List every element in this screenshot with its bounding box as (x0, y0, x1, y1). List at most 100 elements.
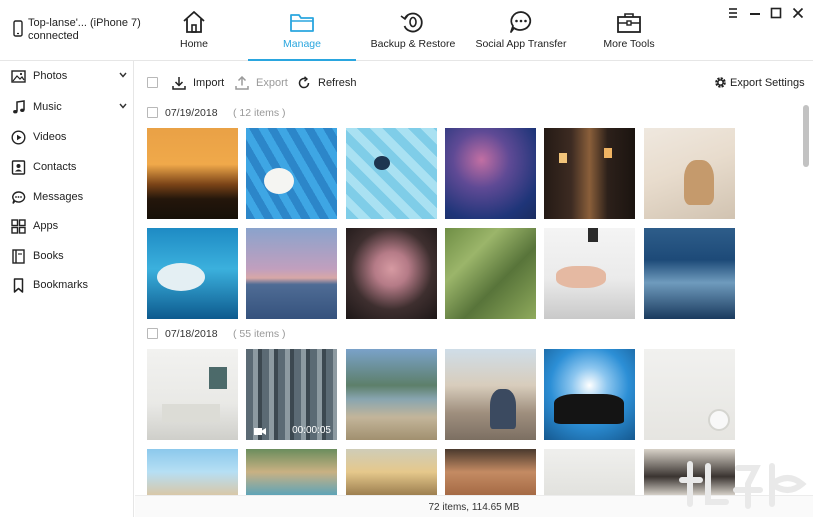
device-name: Top-lanse'... (iPhone 7) (28, 17, 141, 29)
photo-thumbnail[interactable] (445, 449, 536, 495)
photo-content (264, 168, 294, 194)
photo-thumbnail[interactable] (644, 228, 735, 319)
tab-backup-restore-label: Backup & Restore (370, 38, 456, 50)
group-date: 07/19/2018 (165, 107, 218, 119)
select-all-checkbox[interactable] (147, 77, 158, 88)
close-icon (792, 7, 804, 19)
export-label: Export (256, 77, 288, 89)
photo-content (374, 156, 390, 170)
tab-social-app-transfer[interactable]: Social App Transfer (473, 0, 569, 61)
watermark-logo (679, 461, 807, 509)
phone-icon (13, 20, 23, 37)
photo-thumbnail[interactable] (147, 449, 238, 495)
minimize-icon (750, 13, 760, 15)
sidebar-item-messages[interactable]: Messages (0, 183, 134, 211)
toolbox-icon (617, 13, 641, 33)
photo-thumbnail[interactable] (346, 128, 437, 219)
group-checkbox[interactable] (147, 328, 158, 339)
apps-grid-icon (11, 219, 26, 234)
group-count: ( 55 items ) (233, 328, 286, 340)
sidebar-item-bookmarks[interactable]: Bookmarks (0, 271, 134, 299)
group-date: 07/18/2018 (165, 328, 218, 340)
tab-home-label: Home (179, 38, 208, 50)
sidebar-item-photos[interactable]: Photos (0, 62, 134, 90)
tab-social-app-transfer-label: Social App Transfer (475, 38, 567, 50)
home-icon (183, 11, 205, 33)
photo-content (559, 153, 567, 163)
tab-home[interactable]: Home (155, 0, 233, 61)
minimize-button[interactable] (746, 4, 764, 22)
photo-thumbnail[interactable] (346, 449, 437, 495)
backup-restore-icon (400, 12, 423, 33)
scrollbar-thumb[interactable] (803, 105, 809, 167)
menu-button[interactable] (724, 4, 742, 22)
photo-thumbnail[interactable] (544, 449, 635, 495)
photo-thumbnail[interactable] (346, 228, 437, 319)
music-note-icon (13, 100, 25, 114)
top-bar: Top-lanse'... (iPhone 7) connected Home … (0, 0, 813, 61)
image-icon (11, 70, 26, 83)
sidebar-item-videos[interactable]: Videos (0, 123, 134, 151)
bookmark-icon (13, 278, 24, 293)
photo-thumbnail[interactable] (445, 228, 536, 319)
photo-thumbnail[interactable] (147, 128, 238, 219)
sidebar-item-books[interactable]: Books (0, 242, 134, 270)
export-settings-label: Export Settings (730, 77, 805, 89)
video-duration: 00:00:05 (292, 425, 331, 436)
video-camera-icon (254, 428, 266, 435)
photo-thumbnail[interactable] (246, 449, 337, 495)
export-button[interactable]: Export (235, 75, 295, 91)
refresh-button[interactable]: Refresh (297, 75, 361, 91)
close-button[interactable] (789, 4, 807, 22)
menu-icon (729, 8, 737, 18)
sidebar-item-apps[interactable]: Apps (0, 212, 134, 240)
chevron-down-icon (119, 103, 127, 109)
toolbar: Import Export Refresh Export Settings (135, 61, 813, 103)
photo-thumbnail[interactable] (445, 128, 536, 219)
tab-backup-restore[interactable]: Backup & Restore (370, 0, 456, 61)
sidebar-item-label: Messages (33, 191, 84, 203)
photo-thumbnail[interactable] (147, 349, 238, 440)
refresh-icon (298, 76, 310, 89)
import-label: Import (193, 77, 225, 89)
photo-content (554, 394, 624, 424)
sidebar-item-label: Music (33, 101, 62, 113)
photo-content (708, 409, 730, 431)
group-checkbox[interactable] (147, 107, 158, 118)
device-info[interactable]: Top-lanse'... (iPhone 7) connected (10, 15, 141, 45)
export-settings-button[interactable]: Export Settings (714, 75, 810, 91)
vertical-scrollbar[interactable] (802, 103, 810, 495)
tab-more-tools[interactable]: More Tools (597, 0, 661, 61)
photo-content (162, 404, 220, 422)
gear-icon (715, 77, 726, 88)
photo-thumbnail[interactable] (544, 349, 635, 440)
play-icon (11, 130, 26, 145)
device-status: connected (28, 30, 79, 42)
photo-thumbnail[interactable]: 00:00:05 (246, 349, 337, 440)
sidebar-item-label: Photos (33, 70, 68, 82)
maximize-button[interactable] (767, 4, 785, 22)
import-icon (172, 77, 186, 90)
contact-icon (11, 160, 26, 175)
sidebar-item-label: Bookmarks (33, 279, 89, 291)
photo-content (556, 266, 606, 288)
export-icon (235, 76, 249, 90)
photo-content (684, 160, 714, 205)
sidebar-item-music[interactable]: Music (0, 93, 134, 121)
photo-thumbnail[interactable] (544, 228, 635, 319)
photo-thumbnail[interactable] (346, 349, 437, 440)
photo-thumbnail[interactable] (644, 349, 735, 440)
sidebar-item-label: Videos (33, 131, 67, 143)
photo-thumbnail[interactable] (445, 349, 536, 440)
message-icon (12, 191, 26, 204)
photo-thumbnail[interactable] (246, 228, 337, 319)
photo-thumbnail[interactable] (644, 128, 735, 219)
group-count: ( 12 items ) (233, 107, 286, 119)
photo-thumbnail[interactable] (246, 128, 337, 219)
photo-thumbnail[interactable] (147, 228, 238, 319)
import-button[interactable]: Import (172, 75, 232, 91)
photo-thumbnail[interactable] (544, 128, 635, 219)
sidebar-item-contacts[interactable]: Contacts (0, 153, 134, 181)
tab-manage[interactable]: Manage (248, 0, 356, 61)
sidebar-item-label: Contacts (33, 161, 77, 173)
